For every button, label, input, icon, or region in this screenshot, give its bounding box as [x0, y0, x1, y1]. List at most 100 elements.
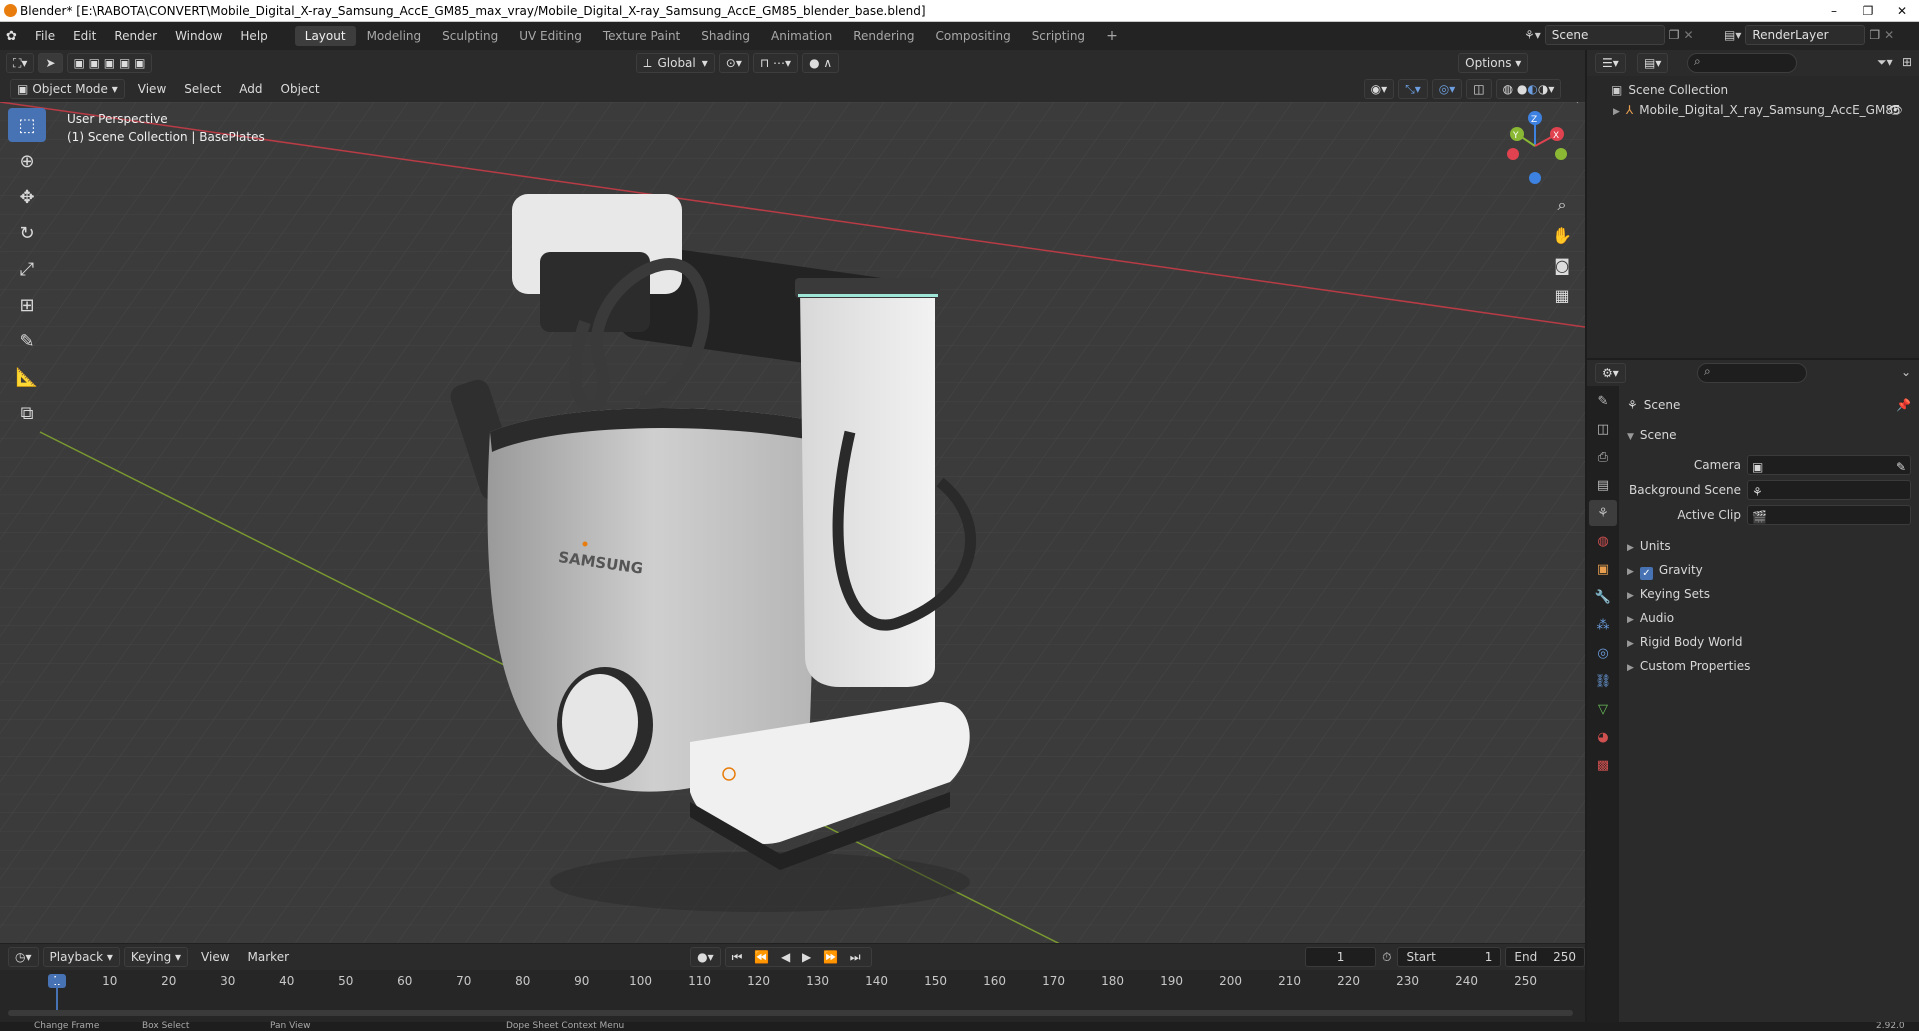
properties-editor-icon[interactable]: ⚙▾ — [1595, 363, 1626, 383]
world-tab-icon[interactable]: ◍ — [1589, 528, 1617, 554]
menu-help[interactable]: Help — [231, 22, 276, 50]
pan-hand-icon[interactable]: ✋ — [1547, 220, 1577, 250]
viewport-menu-view[interactable]: View — [129, 75, 175, 103]
shading-mode-icons[interactable]: ◍ ● ◐ ◑▾ — [1495, 79, 1562, 99]
blender-menu-icon[interactable]: ✿ — [6, 29, 26, 44]
auto-keying-icon[interactable]: ●▾ — [690, 947, 721, 967]
transform-orientation-dropdown[interactable]: ⟂ Global ▾ — [636, 53, 715, 73]
camera-view-icon[interactable]: ◙ — [1547, 250, 1577, 280]
close-button[interactable]: ✕ — [1885, 0, 1919, 22]
tab-compositing[interactable]: Compositing — [925, 26, 1020, 46]
frame-ruler[interactable]: 1102030405060708090100110120130140150160… — [0, 970, 1585, 990]
scale-tool-icon[interactable]: ⤢ — [8, 252, 46, 286]
tab-texture-paint[interactable]: Texture Paint — [593, 26, 690, 46]
measure-tool-icon[interactable]: 📐 — [8, 360, 46, 394]
add-cube-tool-icon[interactable]: ⧉ — [8, 396, 46, 430]
scene-icon[interactable]: ⚘▾ — [1524, 28, 1541, 42]
tool-tab-icon[interactable]: ✎ — [1589, 388, 1617, 414]
view-layer-icon[interactable]: ▤▾ — [1724, 28, 1741, 42]
zoom-icon[interactable]: ⌕ — [1547, 190, 1577, 220]
view-layer-tab-icon[interactable]: ▤ — [1589, 472, 1617, 498]
scene-tab-icon[interactable]: ⚘ — [1589, 500, 1617, 526]
select-box-tool-icon[interactable]: ⬚ — [8, 108, 46, 142]
new-scene-icon[interactable]: ❐ — [1669, 28, 1680, 42]
tab-modeling[interactable]: Modeling — [357, 26, 432, 46]
stopwatch-icon[interactable]: ⏱ — [1382, 950, 1391, 965]
visibility-icon[interactable]: ◉▾ — [1363, 79, 1395, 99]
menu-window[interactable]: Window — [166, 22, 231, 50]
tab-scripting[interactable]: Scripting — [1022, 26, 1095, 46]
gravity-panel[interactable]: ▶ ✓ Gravity — [1619, 559, 1919, 581]
gizmo-neg-z-handle[interactable] — [1529, 172, 1541, 184]
timeline-scrollbar[interactable] — [8, 1010, 1573, 1016]
new-view-layer-icon[interactable]: ❐ — [1869, 28, 1880, 42]
mode-dropdown[interactable]: ▣ Object Mode ▾ — [10, 79, 125, 99]
delete-scene-icon[interactable]: ✕ — [1684, 28, 1694, 42]
keying-dropdown[interactable]: Keying ▾ — [123, 947, 189, 967]
audio-panel[interactable]: ▶ Audio — [1619, 607, 1919, 629]
properties-options-icon[interactable]: ⌄ — [1901, 365, 1911, 379]
pivot-icon[interactable]: ⊙▾ — [718, 53, 749, 73]
outliner-root-row[interactable]: ▣ Scene Collection — [1611, 80, 1728, 100]
ortho-grid-icon[interactable]: ▦ — [1547, 280, 1577, 310]
units-panel[interactable]: ▶ Units — [1619, 535, 1919, 557]
view-layer-field[interactable]: RenderLayer — [1745, 25, 1866, 45]
menu-edit[interactable]: Edit — [64, 22, 105, 50]
current-frame-field[interactable]: 1 — [1305, 947, 1377, 967]
navigation-gizmo[interactable]: Z Y X — [1495, 108, 1575, 188]
rotate-tool-icon[interactable]: ↻ — [8, 216, 46, 250]
active-clip-field[interactable]: 🎬 — [1747, 505, 1911, 525]
modifier-tab-icon[interactable]: 🔧 — [1589, 584, 1617, 610]
display-mode-icon[interactable]: ▤▾ — [1637, 53, 1669, 73]
proportional-edit-icon[interactable]: ● ∧ — [802, 53, 840, 73]
move-tool-icon[interactable]: ✥ — [8, 180, 46, 214]
custom-properties-panel[interactable]: ▶ Custom Properties — [1619, 655, 1919, 677]
particles-tab-icon[interactable]: ⁂ — [1589, 612, 1617, 638]
data-tab-icon[interactable]: ▽ — [1589, 696, 1617, 722]
transform-tool-icon[interactable]: ⊞ — [8, 288, 46, 322]
options-dropdown[interactable]: Options ▾ — [1458, 53, 1529, 73]
timeline-area[interactable]: 1102030405060708090100110120130140150160… — [0, 970, 1585, 1022]
gravity-checkbox[interactable]: ✓ — [1639, 567, 1653, 580]
output-tab-icon[interactable]: ⎙ — [1589, 444, 1617, 470]
timeline-menu-marker[interactable]: Marker — [239, 943, 298, 971]
render-tab-icon[interactable]: ◫ — [1589, 416, 1617, 442]
start-frame-field[interactable]: Start 1 — [1397, 947, 1502, 967]
expand-arrow-icon[interactable]: ▶ — [1613, 107, 1620, 117]
cursor-tool-icon[interactable]: ⊕ — [8, 144, 46, 178]
material-tab-icon[interactable]: ◕ — [1589, 724, 1617, 750]
viewport-menu-add[interactable]: Add — [230, 75, 271, 103]
tab-uv-editing[interactable]: UV Editing — [509, 26, 592, 46]
outliner-editor-icon[interactable]: ☰▾ — [1595, 53, 1626, 73]
add-workspace-button[interactable]: + — [1096, 25, 1128, 47]
eyedropper-icon[interactable]: ✎ — [1896, 456, 1906, 478]
playback-controls[interactable]: ⏮ ⏪ ◀ ▶ ⏩ ⏭ — [724, 947, 872, 967]
rigid-body-world-panel[interactable]: ▶ Rigid Body World — [1619, 631, 1919, 653]
editor-type-icon[interactable]: ⛶▾ — [6, 53, 35, 73]
outliner-search-input[interactable]: ⌕ — [1687, 53, 1797, 73]
pin-icon[interactable]: 📌 — [1896, 394, 1911, 416]
gizmo-neg-y-handle[interactable] — [1555, 148, 1567, 160]
annotate-tool-icon[interactable]: ✎ — [8, 324, 46, 358]
viewport-menu-object[interactable]: Object — [272, 75, 329, 103]
minimize-button[interactable]: – — [1817, 0, 1851, 22]
menu-file[interactable]: File — [26, 22, 64, 50]
scene-name-field[interactable]: Scene — [1544, 25, 1665, 45]
keying-sets-panel[interactable]: ▶ Keying Sets — [1619, 583, 1919, 605]
physics-tab-icon[interactable]: ◎ — [1589, 640, 1617, 666]
end-frame-field[interactable]: End 250 — [1505, 947, 1585, 967]
sidebar-toggle-icon[interactable]: ‹ — [1575, 102, 1579, 107]
tab-sculpting[interactable]: Sculpting — [432, 26, 508, 46]
eye-visibility-icon[interactable]: 👁 — [1888, 100, 1903, 120]
xray-toggle-icon[interactable]: ◫ — [1466, 79, 1492, 99]
filter-icon[interactable]: ⏷▾ — [1877, 55, 1893, 70]
maximize-button[interactable]: ❐ — [1851, 0, 1885, 22]
constraints-tab-icon[interactable]: ⛓ — [1589, 668, 1617, 694]
gizmo-toggle-icon[interactable]: ⤡▾ — [1398, 79, 1428, 99]
timeline-menu-view[interactable]: View — [192, 943, 238, 971]
viewport-menu-select[interactable]: Select — [175, 75, 230, 103]
tab-rendering[interactable]: Rendering — [843, 26, 924, 46]
new-collection-icon[interactable]: ⊞ — [1902, 55, 1912, 69]
texture-tab-icon[interactable]: ▩ — [1589, 752, 1617, 778]
gizmo-neg-x-handle[interactable] — [1507, 148, 1519, 160]
